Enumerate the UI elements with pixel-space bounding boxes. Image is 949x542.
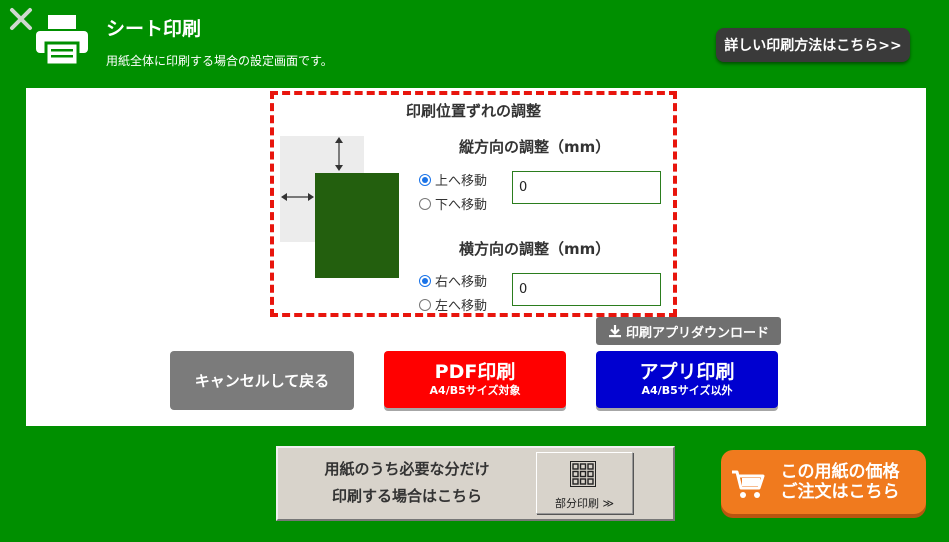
app-download-button[interactable]: 印刷アプリダウンロード [596, 317, 781, 345]
move-down-radio[interactable]: 下へ移動 [419, 194, 487, 213]
pdf-print-button[interactable]: PDF印刷 A4/B5サイズ対象 [384, 351, 566, 408]
partial-print-label: 部分印刷 ≫ [554, 497, 614, 510]
move-up-radio[interactable]: 上へ移動 [419, 170, 487, 189]
print-help-button[interactable]: 詳しい印刷方法はこちら>> [716, 28, 910, 62]
app-print-button[interactable]: アプリ印刷 A4/B5サイズ以外 [596, 351, 778, 408]
horizontal-adjust-title: 横方向の調整（mm） [459, 240, 611, 258]
order-text: この用紙の価格 ご注文はこちら [780, 462, 900, 502]
printer-icon [36, 15, 88, 67]
adjustment-title: 印刷位置ずれの調整 [405, 102, 541, 120]
cart-icon [732, 470, 765, 498]
page-subtitle: 用紙全体に印刷する場合の設定画面です。 [106, 54, 333, 68]
radio-unselected-icon [419, 298, 431, 311]
vertical-adjust-title: 縦方向の調整（mm） [459, 138, 611, 156]
horizontal-adjust-input[interactable] [512, 273, 661, 306]
vertical-adjust-input[interactable] [512, 171, 661, 204]
grid-icon [570, 461, 596, 487]
radio-unselected-icon [419, 197, 431, 210]
close-icon[interactable] [9, 7, 33, 31]
position-diagram [280, 136, 399, 278]
radio-selected-icon [419, 173, 431, 186]
move-left-radio[interactable]: 左へ移動 [419, 295, 487, 314]
page-title: シート印刷 [106, 18, 202, 40]
cancel-button[interactable]: キャンセルして戻る [170, 351, 354, 410]
radio-selected-icon [419, 274, 431, 287]
partial-print-text: 用紙のうち必要な分だけ 印刷する場合はこちら [324, 460, 490, 505]
move-right-radio[interactable]: 右へ移動 [419, 271, 487, 290]
download-icon [608, 325, 621, 338]
